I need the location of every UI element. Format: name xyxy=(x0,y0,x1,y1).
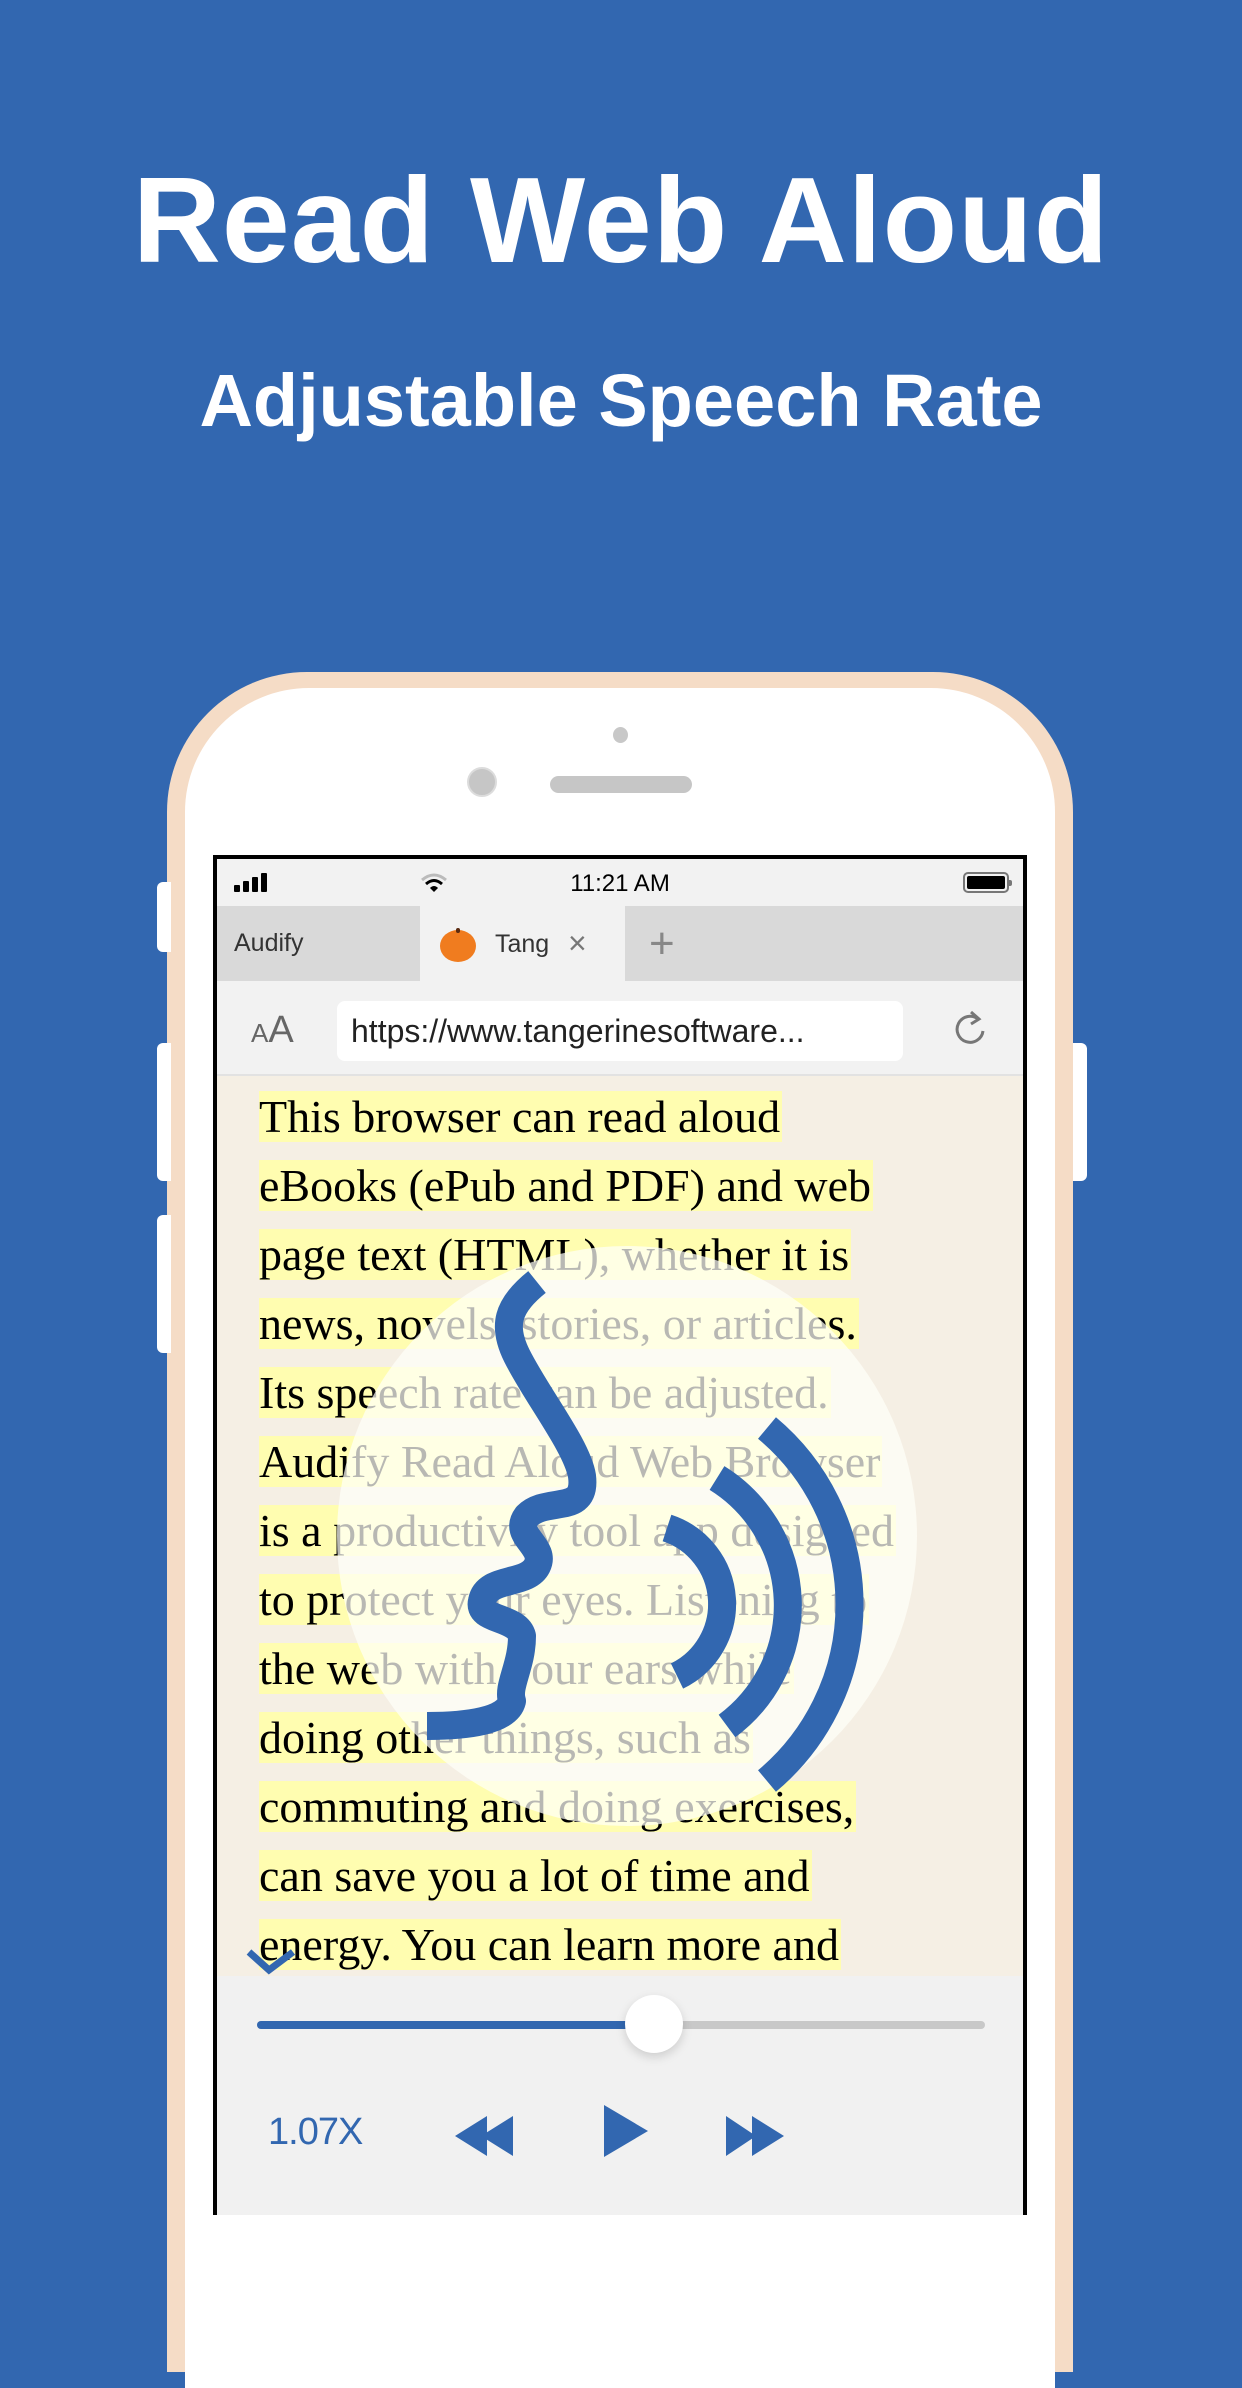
article-line: eBooks (ePub and PDF) and web xyxy=(259,1160,873,1211)
speaking-head-icon xyxy=(426,1271,864,1792)
address-bar: AA https://www.tangerinesoftware... xyxy=(217,981,1023,1076)
phone-side-button xyxy=(157,882,171,952)
tab-audify[interactable]: Audify xyxy=(217,906,420,981)
status-bar: 11:21 AM xyxy=(217,859,1023,906)
collapse-chevron-icon[interactable] xyxy=(245,1946,299,1976)
tab-label: Audify xyxy=(234,929,304,957)
close-tab-icon[interactable]: × xyxy=(568,927,587,959)
url-input[interactable]: https://www.tangerinesoftware... xyxy=(337,1001,903,1061)
phone-front-camera xyxy=(467,767,497,797)
progress-fill xyxy=(257,2021,655,2029)
article-line: can save you a lot of time and xyxy=(259,1850,812,1901)
phone-volume-up-button xyxy=(157,1043,171,1181)
audio-player: 1.07X xyxy=(217,1976,1023,2215)
progress-slider[interactable] xyxy=(257,1995,985,2053)
speech-rate-button[interactable]: 1.07X xyxy=(268,2111,363,2154)
status-time: 11:21 AM xyxy=(570,870,670,897)
text-size-small-icon: A xyxy=(251,1018,269,1048)
tangerine-favicon-icon xyxy=(440,928,476,962)
phone-volume-down-button xyxy=(157,1215,171,1353)
text-size-button[interactable]: AA xyxy=(251,1009,294,1052)
text-size-large-icon: A xyxy=(268,1009,294,1051)
article-content: This browser can read aloud eBooks (ePub… xyxy=(217,1076,1023,1976)
article-line: This browser can read aloud xyxy=(259,1091,783,1142)
reload-icon[interactable] xyxy=(952,1009,988,1049)
battery-icon xyxy=(963,872,1012,893)
new-tab-button[interactable]: + xyxy=(649,922,675,966)
phone-screen: 11:21 AM Audify Tangerine × + AA https:/… xyxy=(213,855,1027,2215)
phone-power-button xyxy=(1073,1043,1087,1181)
tab-bar: Audify Tangerine × + xyxy=(217,906,1023,981)
play-icon[interactable] xyxy=(602,2103,650,2159)
slider-thumb[interactable] xyxy=(625,1995,684,2053)
article-line: energy. You can learn more and xyxy=(259,1919,841,1970)
phone-sensor-dot xyxy=(613,727,628,743)
fast-forward-icon[interactable] xyxy=(724,2114,790,2158)
promo-headline: Read Web Aloud xyxy=(132,152,1110,288)
phone-earpiece xyxy=(550,776,692,793)
rewind-icon[interactable] xyxy=(455,2114,521,2158)
promo-subheadline: Adjustable Speech Rate xyxy=(199,359,1043,442)
tab-label: Tangerine xyxy=(495,930,550,958)
tab-tangerine[interactable]: Tangerine × xyxy=(420,906,625,981)
